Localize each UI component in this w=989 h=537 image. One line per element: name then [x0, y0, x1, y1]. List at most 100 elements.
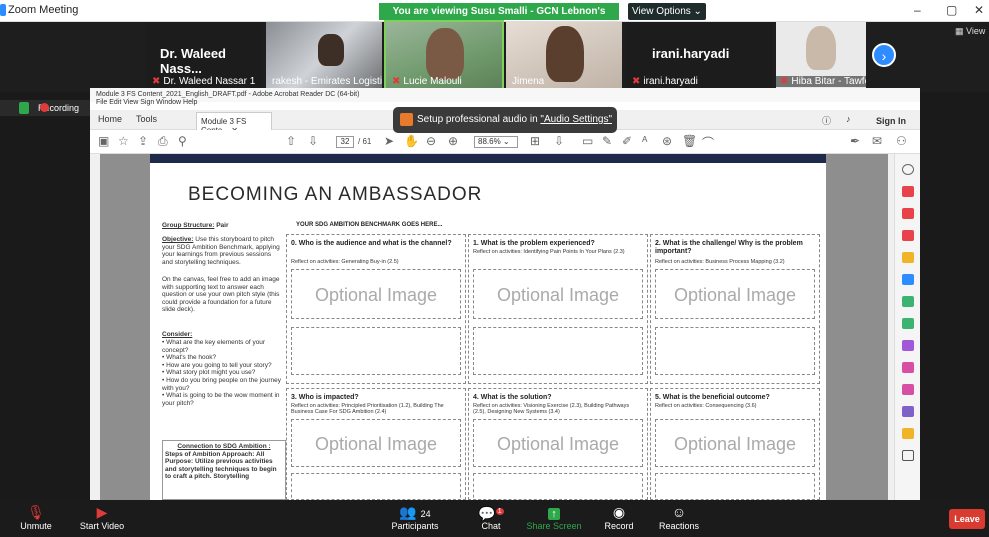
text-placeholder — [473, 473, 643, 503]
comment-icon[interactable]: ▭ — [582, 134, 593, 148]
text-icon[interactable]: ᴬ — [642, 134, 647, 148]
reactions-button[interactable]: ☺ Reactions — [656, 503, 702, 531]
zoom-level-select[interactable]: 88.6% ⌄ — [474, 136, 518, 148]
participant-name-large: irani.haryadi — [652, 46, 730, 61]
mail-icon[interactable]: ✉ — [872, 134, 882, 148]
draw-icon[interactable]: ✐ — [622, 134, 632, 148]
audio-icon — [400, 113, 413, 126]
page-header-bar — [150, 154, 826, 163]
protect-icon[interactable] — [902, 318, 914, 329]
window-title: Zoom Meeting — [8, 4, 79, 16]
tab-document[interactable]: Module 3 FS Conte... ✕ — [196, 112, 272, 135]
stamp-icon[interactable]: ⊛ — [662, 134, 672, 148]
acrobat-toolbar: ▣ ☆ ⇪ ⎙ ⚲ ⇧ ⇩ 32 / 61 ➤ ✋ ⊖ ⊕ 88.6% ⌄ ⊞ … — [90, 130, 920, 154]
text-placeholder — [655, 473, 815, 503]
storyboard-card: 0. Who is the audience and what is the c… — [286, 234, 466, 384]
comment-tool-icon[interactable] — [902, 252, 914, 263]
card-question: 1. What is the problem experienced? — [473, 240, 595, 247]
acrobat-menu-bar[interactable]: File Edit View Sign Window Help — [90, 99, 390, 109]
scroll-mode-icon[interactable]: ⇩ — [554, 134, 564, 148]
edit-pdf-icon[interactable] — [902, 230, 914, 241]
more-tools-icon[interactable] — [902, 406, 914, 417]
mic-muted-icon: ✖ — [780, 76, 789, 87]
select-cursor-icon[interactable]: ➤ — [384, 134, 394, 148]
participant-tile[interactable]: ✖ Lucie Malouli — [384, 20, 504, 92]
send-track-icon[interactable] — [902, 384, 914, 395]
record-button[interactable]: ◉ Record — [604, 503, 634, 531]
view-side-button[interactable]: ▦ View — [955, 26, 985, 37]
fill-sign-icon[interactable] — [902, 340, 914, 351]
page-number-input[interactable]: 32 — [336, 136, 354, 148]
chat-button[interactable]: 💬 1 Chat — [476, 503, 506, 531]
start-video-button[interactable]: ▶ Start Video — [74, 503, 130, 531]
attach-icon[interactable]: ⌒ — [702, 134, 714, 151]
view-options-button[interactable]: View Options ⌄ — [628, 3, 706, 20]
acrobat-window: Module 3 FS Content_2021_English_DRAFT.p… — [90, 88, 920, 503]
combine-files-icon[interactable] — [902, 274, 914, 285]
search-tool-icon[interactable] — [902, 164, 914, 175]
zoom-out-icon[interactable]: ⊖ — [426, 134, 436, 148]
minimize-icon[interactable]: – — [914, 3, 921, 17]
zoom-in-icon[interactable]: ⊕ — [448, 134, 458, 148]
create-pdf-icon[interactable]: ▣ — [98, 134, 109, 148]
participant-tile[interactable]: ✖Hiba Bitar - Tawfeer l... — [776, 22, 866, 90]
list-item: • How do you bring people on the journey… — [162, 376, 282, 392]
participant-label: ✖Hiba Bitar - Tawfeer l... — [776, 76, 866, 87]
highlight-icon[interactable]: ✎ — [602, 134, 612, 148]
storyboard-card: 5. What is the beneficial outcome? Refle… — [650, 388, 820, 503]
next-page-participants-button[interactable]: › — [872, 43, 896, 67]
card-question: 2. What is the challenge/ Why is the pro… — [655, 240, 803, 255]
card-question: 0. Who is the audience and what is the c… — [291, 240, 452, 247]
group-structure: Group Structure: Pair — [162, 222, 229, 229]
create-pdf-tool-icon[interactable] — [902, 208, 914, 219]
participant-tile[interactable]: rakesh - Emirates Logisti... — [266, 22, 382, 90]
participant-label: ✖ irani.haryadi — [632, 76, 698, 87]
share-icon[interactable]: ⇪ — [138, 134, 148, 148]
print-icon[interactable]: ⎙ — [158, 134, 168, 149]
notification-bell-icon[interactable]: ♪ — [846, 114, 851, 124]
page-down-icon[interactable]: ⇩ — [308, 134, 318, 148]
leave-button[interactable]: Leave — [949, 509, 985, 529]
participant-video — [318, 34, 344, 66]
bookmark-star-icon[interactable]: ☆ — [118, 134, 129, 148]
fit-page-icon[interactable]: ⊞ — [530, 134, 540, 148]
viewing-screen-banner: You are viewing Susu Smalli - GCN Lebnon… — [379, 3, 619, 34]
hand-tool-icon[interactable]: ✋ — [404, 134, 419, 148]
text-placeholder — [473, 327, 643, 375]
unmute-button[interactable]: 🎙 Unmute — [14, 503, 58, 531]
help-icon[interactable]: ⓘ — [822, 114, 831, 127]
tab-home[interactable]: Home — [98, 114, 122, 124]
close-icon[interactable]: ✕ — [974, 3, 984, 17]
stamp-tool-icon[interactable] — [902, 428, 914, 439]
maximize-icon[interactable]: ▢ — [946, 3, 957, 17]
participant-tile[interactable]: Dr. Waleed Nass... ✖ Dr. Waleed Nassar 1 — [146, 22, 262, 90]
audio-settings-link[interactable]: "Audio Settings" — [540, 114, 612, 125]
chat-icon: 💬 1 — [478, 505, 504, 522]
text-placeholder — [291, 327, 461, 375]
page-up-icon[interactable]: ⇧ — [286, 134, 296, 148]
right-tools-pane — [894, 154, 920, 500]
objective-text: Objective: Use this storyboard to pitch … — [162, 236, 280, 266]
send-for-signature-icon[interactable] — [902, 362, 914, 373]
mic-muted-icon: ✖ — [392, 76, 401, 87]
participant-tile[interactable]: Jimena — [506, 22, 622, 90]
pen-sign-icon[interactable]: ✒ — [850, 134, 860, 148]
audio-settings-popup[interactable]: Setup professional audio in "Audio Setti… — [393, 107, 617, 133]
delete-icon[interactable]: 🗑 — [682, 134, 697, 148]
card-reflect: Reflect on activities: Principled Priori… — [291, 403, 444, 415]
zoom-logo-icon — [0, 4, 6, 16]
participant-tile[interactable]: irani.haryadi ✖ irani.haryadi — [626, 22, 772, 90]
mic-muted-icon: ✖ — [152, 76, 161, 87]
text-placeholder — [655, 327, 815, 375]
account-icon[interactable]: ⚇ — [896, 134, 907, 148]
left-panel-toggle[interactable] — [90, 154, 100, 500]
list-item: • What's the hook? — [162, 354, 217, 362]
tab-tools[interactable]: Tools — [136, 114, 157, 124]
share-screen-button[interactable]: ↑ Share Screen — [526, 503, 582, 531]
sign-in-link[interactable]: Sign In — [876, 116, 906, 126]
customize-tools-icon[interactable] — [902, 450, 914, 461]
organize-pages-icon[interactable] — [902, 296, 914, 307]
export-pdf-icon[interactable] — [902, 186, 914, 197]
search-icon[interactable]: ⚲ — [178, 134, 187, 148]
participants-button[interactable]: 👥 24 Participants — [388, 503, 442, 531]
